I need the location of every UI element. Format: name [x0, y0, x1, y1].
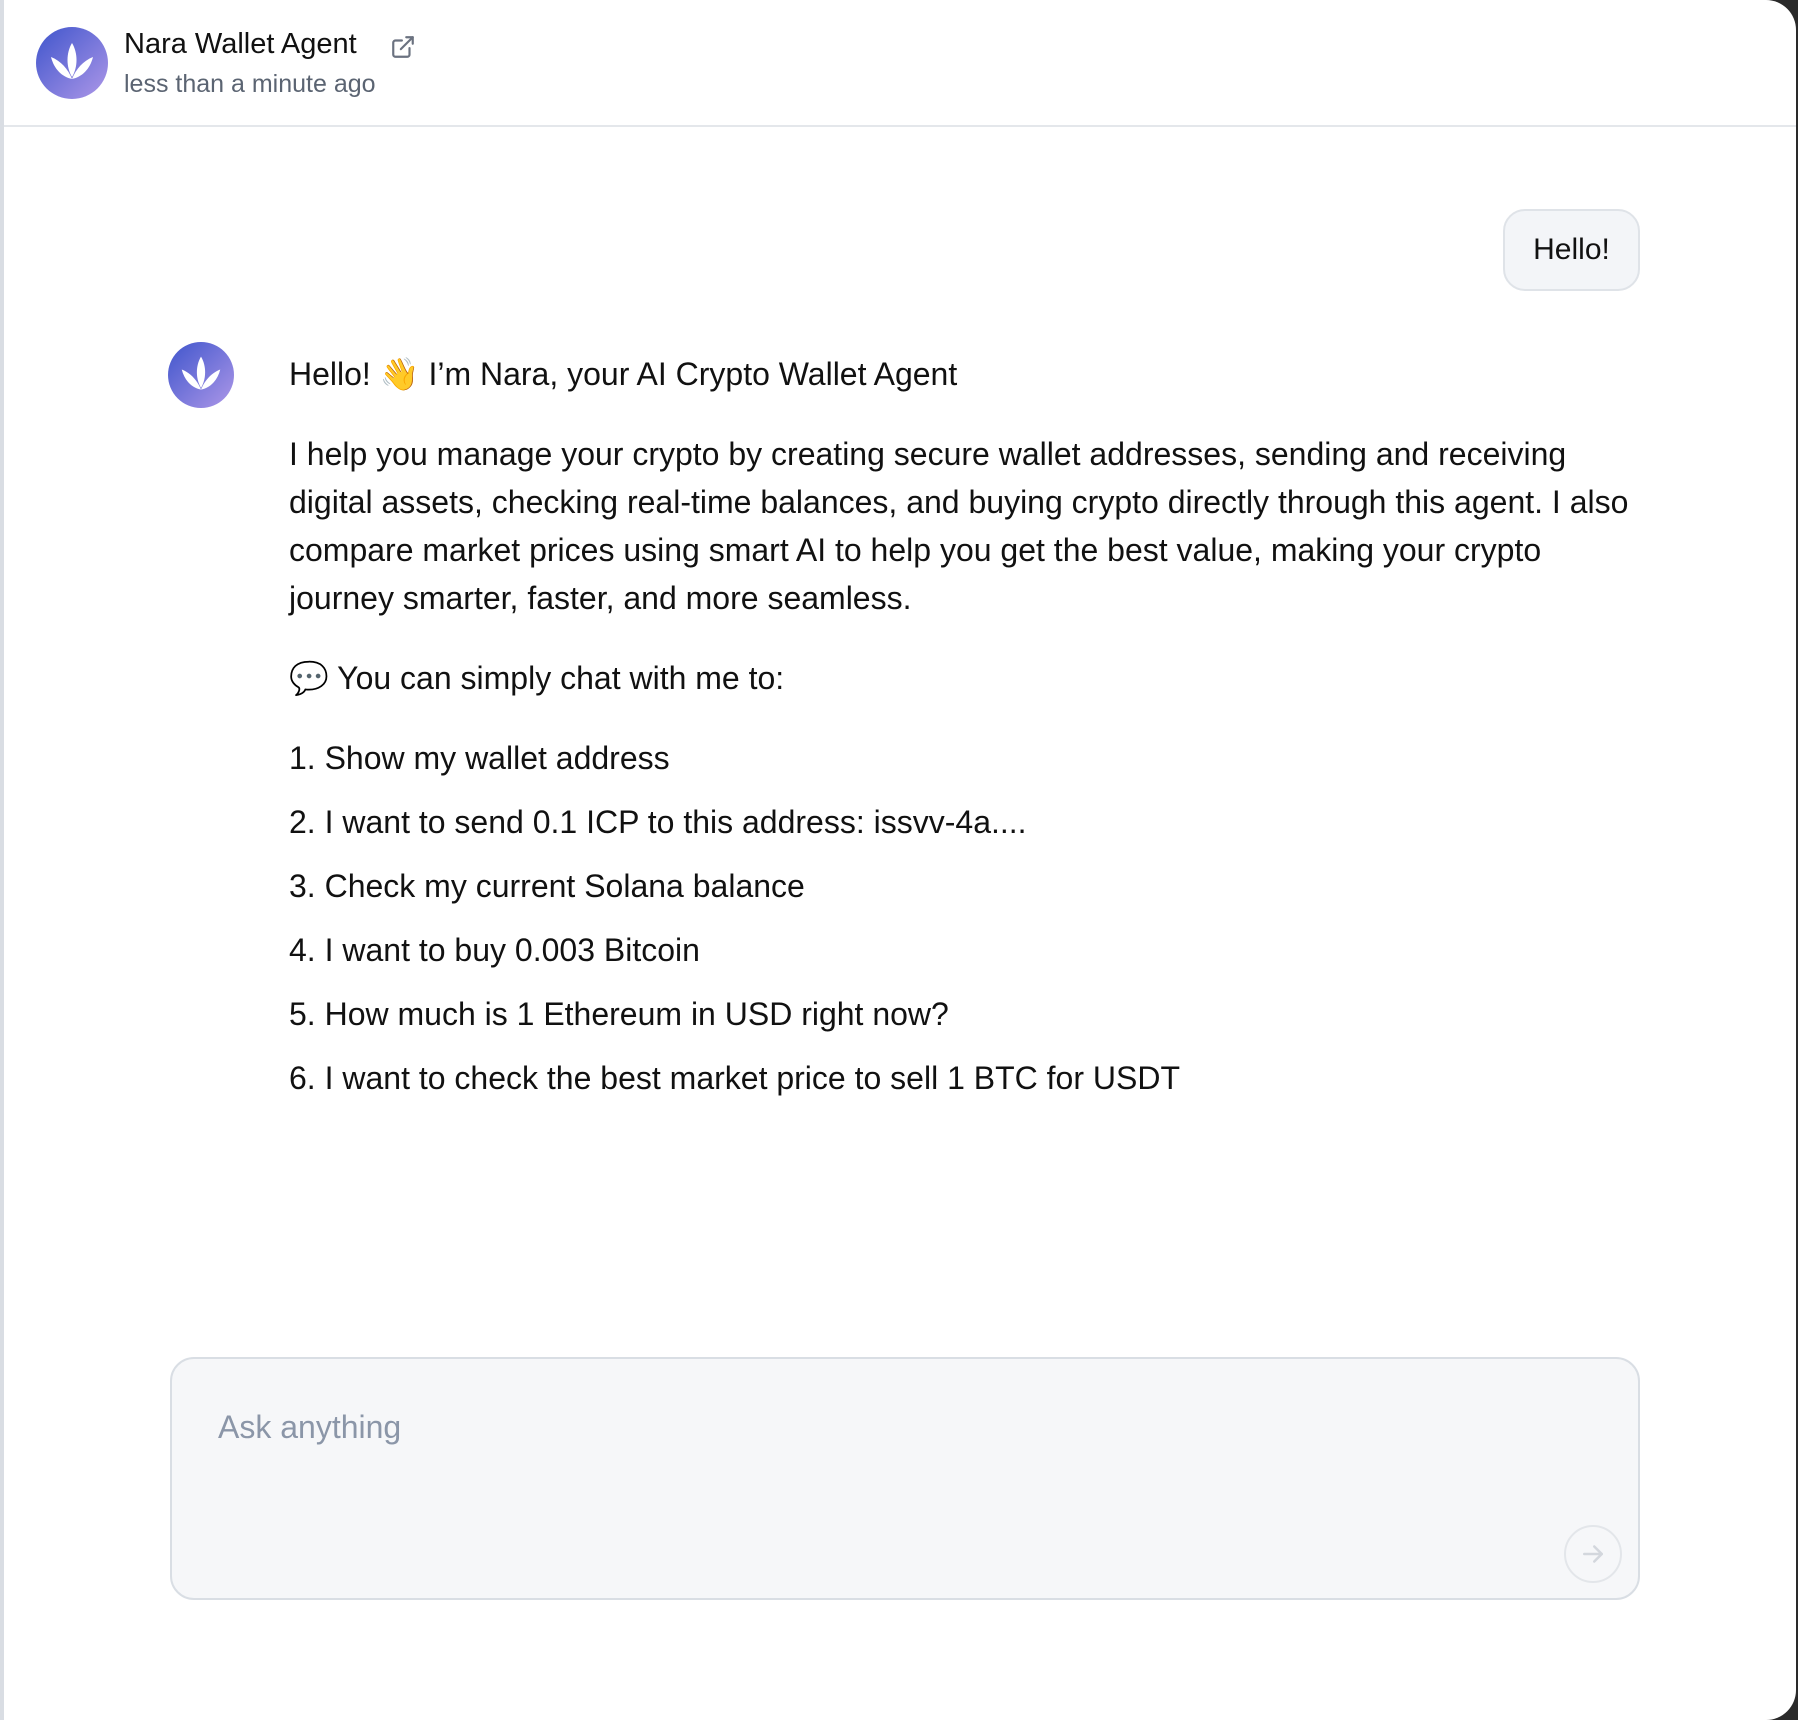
send-button[interactable]: [1564, 1525, 1622, 1583]
suggestion-item: 4. I want to buy 0.003 Bitcoin: [289, 932, 700, 968]
speech-bubble-icon: 💬: [289, 659, 329, 697]
suggestion-item: 5. How much is 1 Ethereum in USD right n…: [289, 996, 949, 1032]
suggestion-item: 2. I want to send 0.1 ICP to this addres…: [289, 804, 1027, 840]
prompt-text: You can simply chat with me to:: [337, 660, 785, 696]
lotus-logo-icon: [36, 27, 108, 99]
agent-avatar-icon: [168, 342, 234, 408]
message-composer: [170, 1357, 1640, 1600]
chat-window: Nara Wallet Agent less than a minute ago…: [0, 0, 1796, 1720]
suggestion-item: 3. Check my current Solana balance: [289, 868, 805, 904]
greeting-text: I’m Nara, your AI Crypto Wallet Agent: [428, 356, 958, 392]
agent-name: Nara Wallet Agent: [124, 28, 357, 60]
agent-reply: Hello! 👋 I’m Nara, your AI Crypto Wallet…: [289, 350, 1649, 1118]
agent-prompt: 💬 You can simply chat with me to:: [289, 654, 1649, 702]
user-message-text: Hello!: [1533, 233, 1610, 266]
user-message-bubble: Hello!: [1503, 209, 1640, 291]
waving-hand-icon: 👋: [379, 355, 420, 393]
chat-header: Nara Wallet Agent less than a minute ago: [4, 0, 1796, 127]
agent-greeting: Hello! 👋 I’m Nara, your AI Crypto Wallet…: [289, 350, 1649, 398]
arrow-right-icon: [1583, 1545, 1603, 1563]
last-active-timestamp: less than a minute ago: [124, 70, 376, 98]
greeting-prefix: Hello!: [289, 356, 371, 392]
suggestion-item: 1. Show my wallet address: [289, 740, 670, 776]
suggestion-item: 6. I want to check the best market price…: [289, 1060, 1180, 1096]
agent-intro-paragraph: I help you manage your crypto by creatin…: [289, 436, 1629, 616]
suggestion-list: 1. Show my wallet address 2. I want to s…: [289, 734, 1649, 1118]
message-input[interactable]: [218, 1409, 1518, 1489]
external-link-icon[interactable]: [390, 34, 416, 60]
